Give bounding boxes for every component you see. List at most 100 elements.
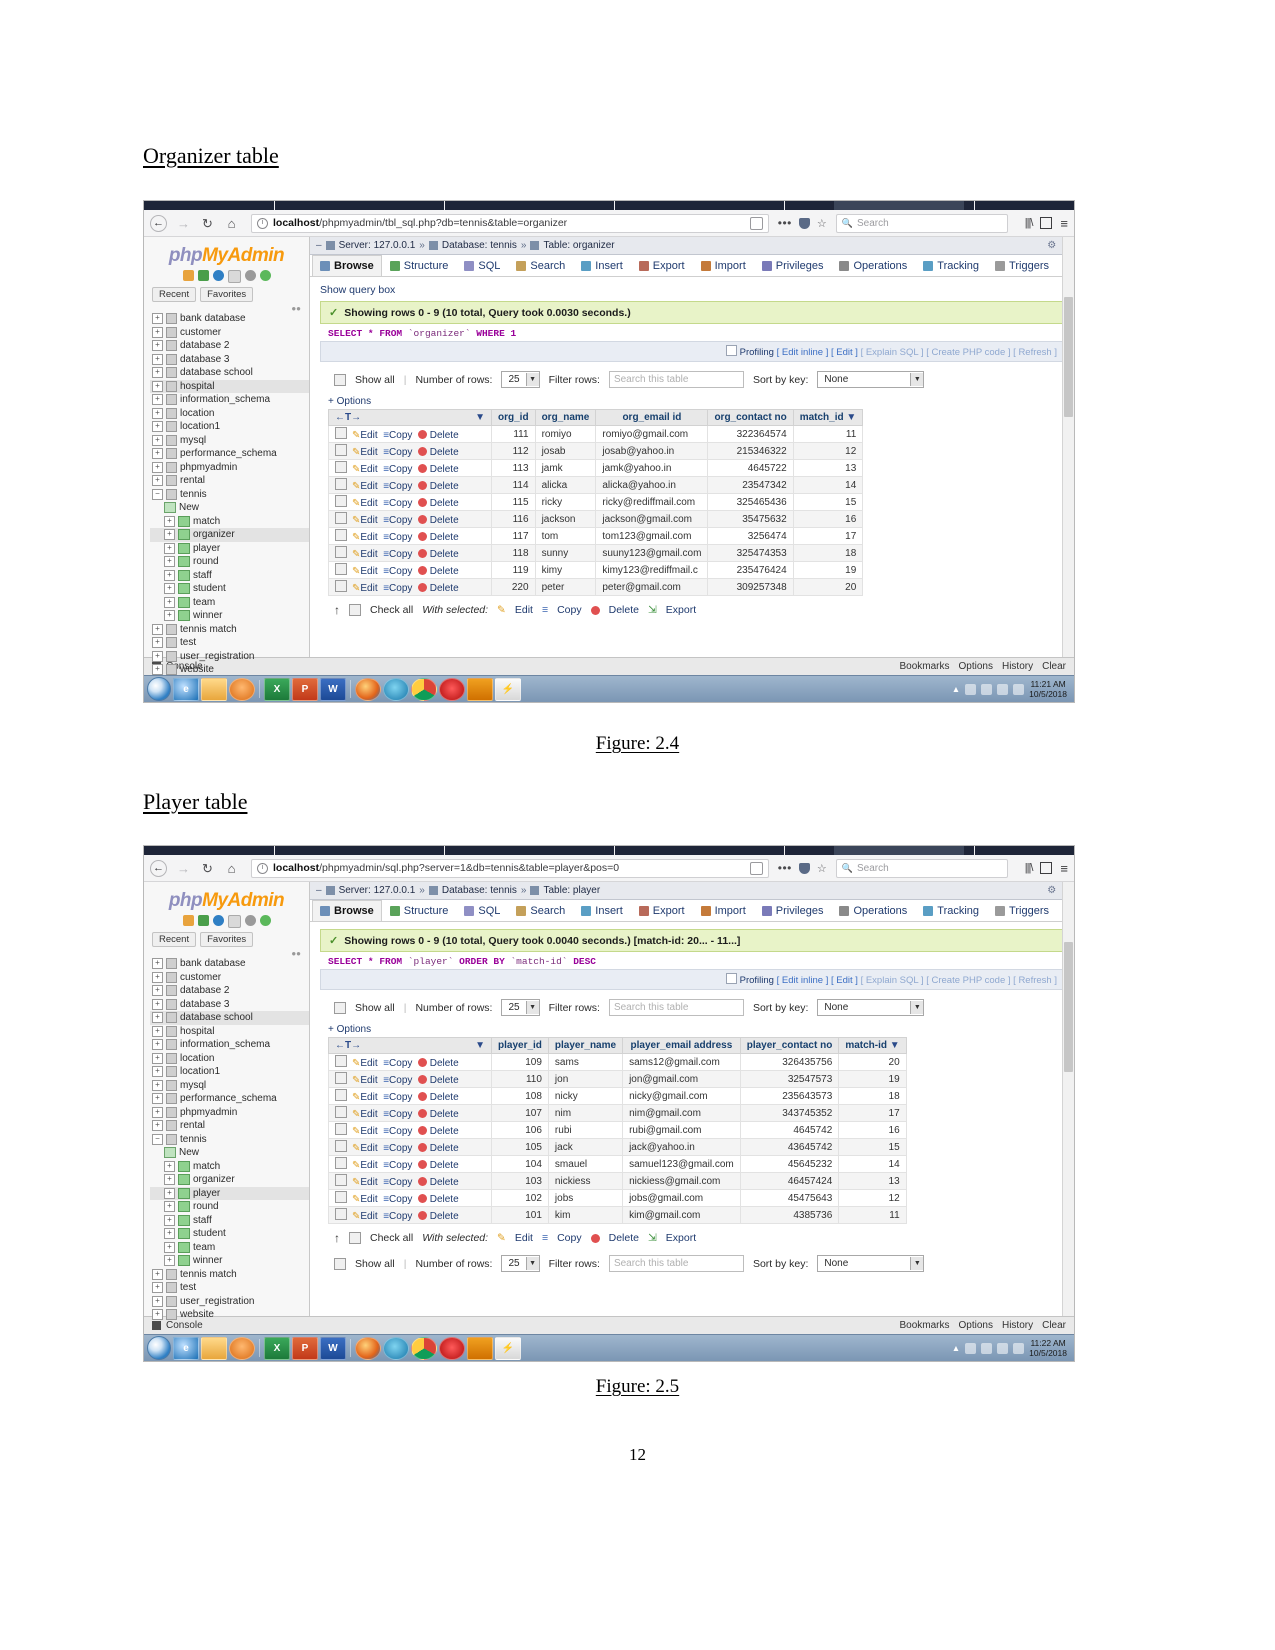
show-all-checkbox-bottom[interactable] bbox=[334, 1257, 346, 1270]
bookmark-star-icon[interactable]: ☆ bbox=[817, 862, 827, 875]
forward-arrow-icon[interactable]: → bbox=[176, 216, 191, 231]
tree-item-rental[interactable]: + rental bbox=[150, 474, 309, 488]
sort-by-key-select[interactable]: None ▼ bbox=[817, 999, 925, 1016]
tree-item-student[interactable]: + student bbox=[150, 582, 309, 596]
row-copy-link[interactable]: Copy bbox=[389, 515, 412, 526]
home-icon[interactable] bbox=[182, 915, 194, 926]
wiki-icon[interactable] bbox=[227, 915, 241, 928]
tree-item-mysql[interactable]: + mysql bbox=[150, 434, 309, 448]
tree-item-match[interactable]: + match bbox=[150, 515, 309, 529]
bulk-copy-link[interactable]: Copy bbox=[557, 1232, 582, 1244]
home-icon[interactable]: ⌂ bbox=[224, 861, 239, 876]
sort-by-key-select-bottom[interactable]: None ▼ bbox=[817, 1255, 925, 1272]
expand-toggle-icon[interactable]: + bbox=[152, 1052, 163, 1064]
row-checkbox[interactable] bbox=[335, 563, 347, 575]
bulk-copy-link[interactable]: Copy bbox=[557, 604, 582, 616]
row-copy-link[interactable]: Copy bbox=[389, 532, 412, 543]
library-icon[interactable]: |||\ bbox=[1025, 862, 1034, 874]
url-bar[interactable]: i localhost/phpmyadmin/sql.php?server=1&… bbox=[251, 858, 769, 878]
column-header[interactable]: player_name bbox=[547, 1037, 624, 1054]
obs-icon[interactable] bbox=[467, 1336, 493, 1360]
row-copy-link[interactable]: Copy bbox=[389, 1075, 412, 1086]
row-edit-link[interactable]: Edit bbox=[360, 1109, 377, 1120]
column-header[interactable]: org_id bbox=[491, 409, 536, 426]
expand-toggle-icon[interactable]: + bbox=[152, 353, 163, 365]
tree-item-team[interactable]: + team bbox=[150, 596, 309, 610]
column-header[interactable]: player_id bbox=[491, 1037, 549, 1054]
tab-structure[interactable]: Structure bbox=[382, 900, 457, 921]
sort-arrow-icon[interactable]: ▼ bbox=[890, 1040, 900, 1051]
expand-toggle-icon[interactable]: + bbox=[152, 650, 163, 662]
row-edit-link[interactable]: Edit bbox=[360, 532, 377, 543]
bulk-delete-link[interactable]: Delete bbox=[609, 1232, 639, 1244]
tree-item-database-3[interactable]: + database 3 bbox=[150, 353, 309, 367]
row-copy-link[interactable]: Copy bbox=[389, 1126, 412, 1137]
sidebar-icon[interactable] bbox=[1040, 862, 1053, 874]
vlc-icon[interactable] bbox=[229, 677, 255, 701]
tree-item-tennis-match[interactable]: + tennis match bbox=[150, 623, 309, 637]
expand-toggle-icon[interactable]: + bbox=[164, 1160, 175, 1172]
tab-insert[interactable]: Insert bbox=[573, 255, 631, 276]
tree-item-information-schema[interactable]: + information_schema bbox=[150, 393, 309, 407]
expand-toggle-icon[interactable]: + bbox=[152, 1106, 163, 1118]
row-edit-link[interactable]: Edit bbox=[360, 549, 377, 560]
tree-item-bank-database[interactable]: + bank database bbox=[150, 312, 309, 326]
number-of-rows-select[interactable]: 25 ▼ bbox=[501, 999, 540, 1016]
folder-icon[interactable] bbox=[201, 1336, 227, 1360]
obs-icon[interactable] bbox=[467, 677, 493, 701]
column-header[interactable]: org_contact no bbox=[707, 409, 794, 426]
row-delete-link[interactable]: Delete bbox=[430, 1211, 459, 1222]
row-delete-link[interactable]: Delete bbox=[430, 532, 459, 543]
reader-mode-icon[interactable] bbox=[749, 216, 763, 230]
expand-toggle-icon[interactable]: + bbox=[152, 448, 163, 460]
sort-nav-icon[interactable]: ←T→ bbox=[335, 412, 361, 423]
row-edit-link[interactable]: Edit bbox=[360, 1211, 377, 1222]
chevron-down-icon[interactable]: ▼ bbox=[475, 1040, 485, 1051]
row-delete-link[interactable]: Delete bbox=[430, 1177, 459, 1188]
table-row[interactable]: ✎Edit ≡Copy Delete 101 kim kim@gmail.com 438… bbox=[328, 1206, 907, 1224]
row-copy-link[interactable]: Copy bbox=[389, 583, 412, 594]
row-edit-link[interactable]: Edit bbox=[360, 481, 377, 492]
edge-icon[interactable] bbox=[383, 677, 409, 701]
row-delete-link[interactable]: Delete bbox=[430, 566, 459, 577]
expand-toggle-icon[interactable]: + bbox=[164, 556, 175, 568]
bulk-delete-link[interactable]: Delete bbox=[609, 604, 639, 616]
row-checkbox[interactable] bbox=[335, 1157, 347, 1169]
column-header[interactable]: match_id ▼ bbox=[792, 409, 864, 426]
column-header[interactable]: player_email address bbox=[622, 1037, 741, 1054]
row-checkbox[interactable] bbox=[335, 1072, 347, 1084]
bulk-export-link[interactable]: Export bbox=[666, 604, 696, 616]
expand-toggle-icon[interactable]: + bbox=[152, 434, 163, 446]
expand-toggle-icon[interactable]: + bbox=[164, 515, 175, 527]
excel-icon[interactable]: X bbox=[264, 1336, 290, 1360]
select-all-arrow-icon[interactable]: ↑ bbox=[334, 603, 340, 617]
row-checkbox[interactable] bbox=[335, 1106, 347, 1118]
column-header[interactable]: player_contact no bbox=[739, 1037, 840, 1054]
tree-item-location[interactable]: + location bbox=[150, 1052, 309, 1066]
chrome-icon[interactable] bbox=[411, 1336, 437, 1360]
tree-item-student[interactable]: + student bbox=[150, 1227, 309, 1241]
row-edit-link[interactable]: Edit bbox=[360, 515, 377, 526]
docs-icon[interactable] bbox=[212, 270, 224, 281]
edit-inline-link[interactable]: [ Edit inline ] bbox=[777, 975, 829, 986]
expand-toggle-icon[interactable]: + bbox=[152, 475, 163, 487]
shield-icon[interactable] bbox=[798, 217, 810, 229]
row-edit-link[interactable]: Edit bbox=[360, 1177, 377, 1188]
tree-item-test[interactable]: + test bbox=[150, 1281, 309, 1295]
url-bar[interactable]: i localhost/phpmyadmin/tbl_sql.php?db=te… bbox=[251, 213, 769, 233]
scrollbar-thumb[interactable] bbox=[1064, 297, 1073, 417]
expand-toggle-icon[interactable]: + bbox=[152, 1039, 163, 1051]
breadcrumb-table[interactable]: Table: organizer bbox=[543, 240, 614, 251]
expand-toggle-icon[interactable]: + bbox=[152, 1309, 163, 1321]
reload-icon[interactable]: ↻ bbox=[200, 216, 215, 231]
powerpoint-icon[interactable]: P bbox=[292, 677, 318, 701]
home-icon[interactable] bbox=[182, 270, 194, 281]
favorites-button[interactable]: Favorites bbox=[200, 287, 254, 302]
page-actions-icon[interactable]: ••• bbox=[778, 861, 792, 875]
windows-start-icon[interactable] bbox=[147, 1336, 171, 1360]
row-copy-link[interactable]: Copy bbox=[389, 1177, 412, 1188]
expand-toggle-icon[interactable]: + bbox=[152, 1295, 163, 1307]
row-copy-link[interactable]: Copy bbox=[389, 498, 412, 509]
tree-item-round[interactable]: + round bbox=[150, 1200, 309, 1214]
row-checkbox[interactable] bbox=[335, 427, 347, 439]
